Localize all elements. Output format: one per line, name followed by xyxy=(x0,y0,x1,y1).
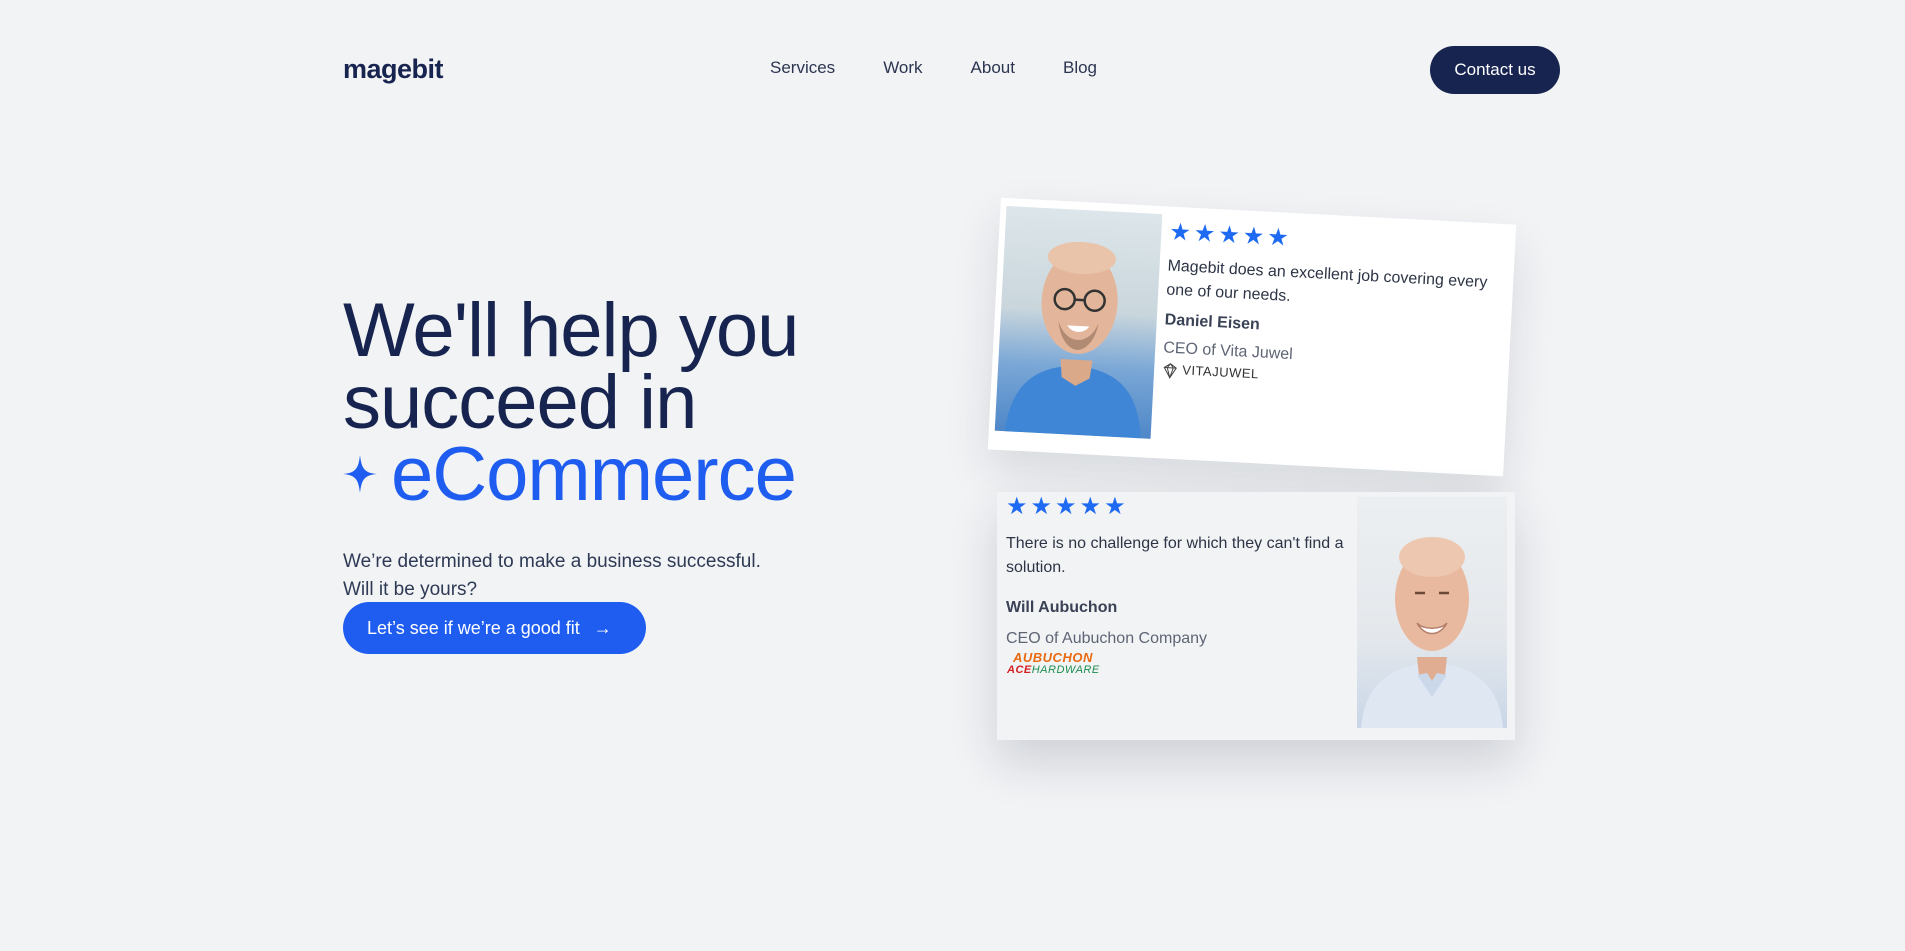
testimonial-card-daniel-eisen: ★ ★ ★ ★ ★ Magebit does an excellent job … xyxy=(987,197,1517,477)
star-icon: ★ xyxy=(1266,223,1290,252)
vita-juwel-wordmark: VITAJUWEL xyxy=(1181,362,1260,382)
testimonial-card-will-aubuchon: ★ ★ ★ ★ ★ There is no challenge for whic… xyxy=(997,492,1515,740)
nav-work[interactable]: Work xyxy=(883,58,922,78)
star-icon: ★ xyxy=(1030,493,1053,520)
daniel-eisen-photo xyxy=(994,205,1163,439)
nav-about[interactable]: About xyxy=(971,58,1015,78)
arrow-right-icon: → xyxy=(593,617,612,638)
magebit-logo[interactable]: magebit xyxy=(343,54,444,85)
hero-title-line-2: succeed in xyxy=(343,360,697,445)
ace-hardware-wordmark: ACEHARDWARE xyxy=(1007,664,1107,676)
testimonial-role: CEO of Vita Juwel xyxy=(1162,339,1294,364)
star-icon: ★ xyxy=(1079,493,1102,520)
hero-subtitle: We’re determined to make a business succ… xyxy=(343,551,761,600)
testimonial-quote: There is no challenge for which they can… xyxy=(1006,535,1344,576)
testimonial-quote: Magebit does an excellent job covering e… xyxy=(1165,257,1488,305)
star-icon: ★ xyxy=(1006,493,1028,520)
contact-us-button[interactable]: Contact us xyxy=(1430,46,1560,94)
star-icon: ★ xyxy=(1055,493,1077,520)
hero-title-accent: eCommerce xyxy=(391,432,797,517)
portrait-illustration xyxy=(1361,537,1503,728)
hardware-wordmark: HARDWARE xyxy=(1031,664,1100,676)
vita-juwel-logo: VITAJUWEL xyxy=(1162,361,1259,383)
portrait-illustration xyxy=(1004,241,1141,439)
ace-wordmark: ACE xyxy=(1007,664,1032,676)
star-icon: ★ xyxy=(1217,221,1241,250)
star-icon: ★ xyxy=(1168,218,1192,247)
testimonial-name: Daniel Eisen xyxy=(1164,311,1261,334)
sparkle-icon xyxy=(343,454,377,493)
rating-stars: ★ ★ ★ ★ ★ xyxy=(1006,495,1126,519)
nav-services[interactable]: Services xyxy=(770,58,835,78)
rating-stars: ★ ★ ★ ★ ★ xyxy=(1168,218,1290,252)
star-icon: ★ xyxy=(1193,219,1217,248)
star-icon: ★ xyxy=(1104,493,1126,520)
vita-juwel-gem-icon xyxy=(1163,362,1177,380)
hero-title-line-1: We'll help you xyxy=(343,288,799,373)
hero-title: We'll help you succeed in eCommerce xyxy=(343,288,799,513)
hero-title-line-3: eCommerce xyxy=(343,437,798,513)
nav-blog[interactable]: Blog xyxy=(1063,58,1097,78)
cta-label: Let’s see if we’re a good fit xyxy=(367,617,580,638)
testimonial-name: Will Aubuchon xyxy=(1006,599,1118,616)
star-icon: ★ xyxy=(1242,222,1266,251)
testimonial-role: CEO of Aubuchon Company xyxy=(1006,630,1208,647)
will-aubuchon-photo xyxy=(1357,497,1507,728)
good-fit-cta-button[interactable]: Let’s see if we’re a good fit → xyxy=(343,602,646,654)
aubuchon-hardware-logo: AUBUCHON ACEHARDWARE xyxy=(1007,650,1107,676)
aubuchon-wordmark: AUBUCHON xyxy=(1013,650,1093,665)
main-nav: Services Work About Blog xyxy=(770,58,1097,78)
